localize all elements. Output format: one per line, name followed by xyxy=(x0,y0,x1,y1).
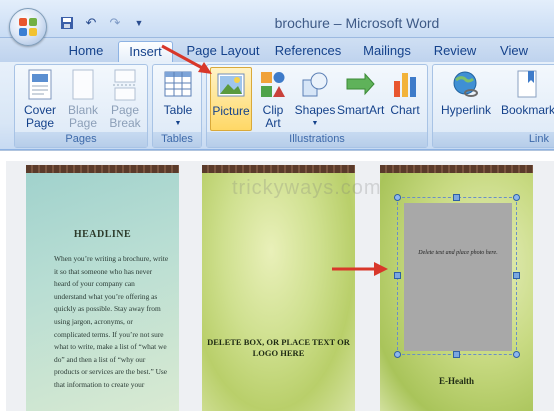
chart-icon xyxy=(390,69,420,101)
tab-home[interactable]: Home xyxy=(61,41,111,62)
photo-hint-text: Delete text and place photo here. xyxy=(418,250,498,256)
panel-border xyxy=(26,165,179,173)
pages-group-label: Pages xyxy=(15,132,147,147)
bookmark-label: Bookmark xyxy=(500,103,554,117)
resize-handle-left[interactable] xyxy=(394,272,401,279)
cover-page-icon xyxy=(25,69,55,101)
bookmark-icon xyxy=(513,69,543,101)
chart-button[interactable]: Chart xyxy=(385,69,425,117)
shapes-label: Shapes xyxy=(294,103,336,117)
panel-border xyxy=(380,165,533,173)
clip-art-label: Clip Art xyxy=(262,103,284,130)
brochure-panel-1[interactable]: HEADLINE When you’re writing a brochure,… xyxy=(26,165,179,411)
resize-handle-top-right[interactable] xyxy=(513,194,520,201)
smartart-button[interactable]: SmartArt xyxy=(337,69,385,117)
logo-placeholder-text[interactable]: DELETE BOX, OR PLACE TEXT OR LOGO HERE xyxy=(202,337,355,359)
table-dropdown-icon: ▼ xyxy=(174,120,182,127)
picture-label: Picture xyxy=(212,104,250,118)
tab-view[interactable]: View xyxy=(492,41,536,62)
title-bar: ↶ ↷ ▼ brochure – Microsoft Word xyxy=(0,0,554,38)
ribbon: Cover Page Blank Page Page Break Pages T… xyxy=(0,62,554,150)
photo-placeholder[interactable]: Delete text and place photo here. xyxy=(397,197,517,355)
window-title: brochure – Microsoft Word xyxy=(274,15,440,31)
photo-placeholder-fill xyxy=(404,203,512,351)
shapes-dropdown-icon: ▼ xyxy=(311,120,319,127)
headline[interactable]: HEADLINE xyxy=(26,229,179,240)
cover-page-button[interactable]: Cover Page xyxy=(19,69,61,130)
cover-page-label: Cover Page xyxy=(23,103,56,130)
pages-group: Cover Page Blank Page Page Break Pages xyxy=(14,64,148,148)
hyperlink-button[interactable]: Hyperlink xyxy=(437,69,495,117)
globe-link-icon xyxy=(451,69,481,101)
links-group: Hyperlink Bookmark Link xyxy=(432,64,554,148)
resize-handle-right[interactable] xyxy=(513,272,520,279)
clip-art-icon xyxy=(258,69,288,101)
picture-icon xyxy=(216,70,246,102)
smartart-icon xyxy=(345,69,375,101)
resize-handle-top-left[interactable] xyxy=(394,194,401,201)
brochure-panel-2[interactable]: DELETE BOX, OR PLACE TEXT OR LOGO HERE xyxy=(202,165,355,411)
clip-art-button[interactable]: Clip Art xyxy=(255,69,291,130)
tab-review[interactable]: Review xyxy=(428,41,482,62)
page-break-icon xyxy=(110,69,140,101)
chart-label: Chart xyxy=(390,103,420,117)
page-break-label: Page Break xyxy=(109,103,141,130)
page-break-button[interactable]: Page Break xyxy=(105,69,145,130)
blank-page-icon xyxy=(68,69,98,101)
panel-border xyxy=(202,165,355,173)
hyperlink-label: Hyperlink xyxy=(440,103,491,117)
bookmark-button[interactable]: Bookmark xyxy=(499,69,554,117)
office-logo-icon xyxy=(19,18,38,37)
shapes-icon xyxy=(300,69,330,101)
tab-references[interactable]: References xyxy=(272,41,344,62)
table-label: Table xyxy=(163,103,193,117)
resize-handle-bottom-left[interactable] xyxy=(394,351,401,358)
resize-handle-bottom[interactable] xyxy=(453,351,460,358)
annotation-arrow-photo-icon xyxy=(332,262,388,276)
resize-handle-bottom-right[interactable] xyxy=(513,351,520,358)
caption-text[interactable]: E-Health xyxy=(380,376,533,386)
resize-handle-top[interactable] xyxy=(453,194,460,201)
links-group-label: Link xyxy=(433,132,554,147)
ribbon-tabs: Home Insert Page Layout References Maili… xyxy=(0,38,554,62)
annotation-arrow-picture-icon xyxy=(161,44,212,74)
tab-mailings[interactable]: Mailings xyxy=(354,41,420,62)
tables-group-label: Tables xyxy=(153,132,201,147)
watermark: trickyways.com xyxy=(232,177,382,199)
blank-page-button[interactable]: Blank Page xyxy=(63,69,103,130)
office-button[interactable] xyxy=(9,8,47,46)
body-text[interactable]: When you’re writing a brochure, write it… xyxy=(54,253,169,392)
illustrations-group: Picture Clip Art Shapes ▼ SmartArt Chart… xyxy=(206,64,428,148)
smartart-label: SmartArt xyxy=(337,103,385,117)
illustrations-group-label: Illustrations xyxy=(207,132,427,147)
shapes-button[interactable]: Shapes ▼ xyxy=(293,69,337,130)
blank-page-label: Blank Page xyxy=(67,103,99,130)
